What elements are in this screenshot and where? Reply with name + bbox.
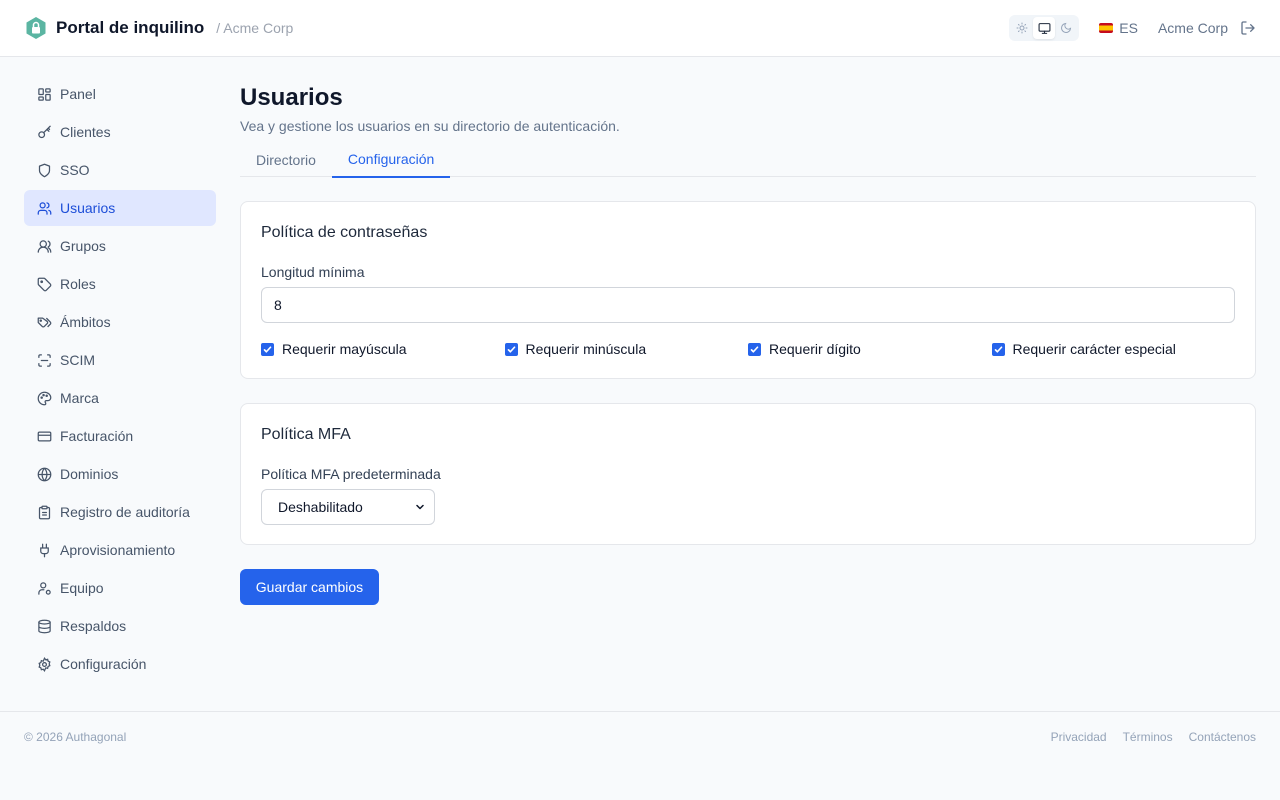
sidebar-item-label: Aprovisionamiento	[60, 542, 176, 558]
breadcrumb: / Acme Corp	[216, 20, 294, 36]
sidebar-item-label: Ámbitos	[60, 314, 111, 330]
users-icon	[36, 200, 52, 216]
select-value: Deshabilitado	[278, 499, 363, 515]
plug-icon	[36, 542, 52, 558]
sidebar-item-marca[interactable]: Marca	[24, 380, 216, 416]
palette-icon	[36, 390, 52, 406]
group-icon	[36, 238, 52, 254]
language-label: ES	[1119, 20, 1138, 36]
min-length-label: Longitud mínima	[261, 264, 365, 280]
app-title: Portal de inquilino	[56, 18, 205, 37]
database-icon	[36, 618, 52, 634]
tab-bar: Directorio Configuración	[240, 142, 1256, 178]
clipboard-icon	[36, 504, 52, 520]
sidebar-item-roles[interactable]: Roles	[24, 266, 216, 302]
logout-icon[interactable]	[1240, 20, 1256, 36]
checkbox-label: Requerir dígito	[769, 341, 861, 357]
monitor-icon[interactable]	[1033, 17, 1056, 39]
page-title: Usuarios	[240, 84, 343, 111]
sidebar: Panel Clientes SSO Usuarios Grupos Roles…	[24, 76, 216, 684]
theme-switcher	[1009, 15, 1080, 41]
checkbox-checked-icon	[991, 342, 1005, 356]
sidebar-item-label: Usuarios	[60, 200, 116, 216]
password-policy-title: Política de contraseñas	[261, 224, 428, 241]
sidebar-item-label: Registro de auditoría	[60, 504, 190, 520]
app-logo-icon[interactable]	[24, 16, 48, 40]
password-requirements: Requerir mayúscula Requerir minúscula Re…	[261, 341, 1235, 357]
sidebar-item-panel[interactable]: Panel	[24, 76, 216, 112]
sidebar-item-respaldos[interactable]: Respaldos	[24, 608, 216, 644]
sidebar-item-configuracion[interactable]: Configuración	[24, 646, 216, 682]
sidebar-item-clientes[interactable]: Clientes	[24, 114, 216, 150]
tab-configuracion[interactable]: Configuración	[331, 142, 451, 178]
footer-link-contact[interactable]: Contáctenos	[1189, 730, 1256, 744]
copyright: © 2026 Authagonal	[24, 729, 127, 744]
sidebar-item-aprovisionamiento[interactable]: Aprovisionamiento	[24, 532, 216, 568]
mfa-policy-title: Política MFA	[261, 426, 351, 443]
globe-icon	[36, 466, 52, 482]
mfa-policy-select[interactable]: Deshabilitado	[261, 489, 435, 525]
sidebar-item-label: SSO	[60, 162, 90, 178]
scan-icon	[36, 352, 52, 368]
key-icon	[36, 124, 52, 140]
password-policy-card: Política de contraseñas Longitud mínima …	[240, 201, 1256, 379]
sidebar-item-facturacion[interactable]: Facturación	[24, 418, 216, 454]
sidebar-item-label: SCIM	[60, 352, 95, 368]
sidebar-item-equipo[interactable]: Equipo	[24, 570, 216, 606]
sidebar-item-scim[interactable]: SCIM	[24, 342, 216, 378]
sidebar-item-label: Roles	[60, 276, 96, 292]
credit-card-icon	[36, 428, 52, 444]
top-bar: Portal de inquilino / Acme Corp ES Acme …	[0, 0, 1280, 57]
sidebar-item-dominios[interactable]: Dominios	[24, 456, 216, 492]
sidebar-item-ambitos[interactable]: Ámbitos	[24, 304, 216, 340]
user-cog-icon	[36, 580, 52, 596]
sidebar-item-label: Panel	[60, 86, 96, 102]
mfa-policy-card: Política MFA Política MFA predeterminada…	[240, 403, 1256, 545]
footer-link-privacy[interactable]: Privacidad	[1051, 730, 1107, 744]
checkbox-label: Requerir mayúscula	[282, 341, 407, 357]
gear-icon	[36, 656, 52, 672]
footer-links: Privacidad Términos Contáctenos	[1035, 730, 1256, 744]
require-special-char-checkbox[interactable]: Requerir carácter especial	[991, 341, 1236, 357]
sidebar-item-label: Dominios	[60, 466, 119, 482]
require-digit-checkbox[interactable]: Requerir dígito	[748, 341, 992, 357]
min-length-input[interactable]	[261, 287, 1235, 323]
main-content: Usuarios Vea y gestione los usuarios en …	[240, 57, 1256, 605]
sidebar-item-grupos[interactable]: Grupos	[24, 228, 216, 264]
require-lowercase-checkbox[interactable]: Requerir minúscula	[504, 341, 749, 357]
footer-link-terms[interactable]: Términos	[1123, 730, 1173, 744]
moon-icon[interactable]	[1055, 17, 1077, 39]
page-description: Vea y gestione los usuarios en su direct…	[240, 118, 620, 134]
footer: © 2026 Authagonal Privacidad Términos Co…	[0, 711, 1280, 761]
sidebar-item-label: Clientes	[60, 124, 111, 140]
spain-flag-icon	[1099, 23, 1114, 33]
sidebar-item-sso[interactable]: SSO	[24, 152, 216, 188]
mfa-default-label: Política MFA predeterminada	[261, 466, 441, 482]
sidebar-item-label: Facturación	[60, 428, 134, 444]
checkbox-checked-icon	[261, 342, 274, 356]
checkbox-label: Requerir carácter especial	[1012, 341, 1176, 357]
shield-icon	[36, 162, 52, 178]
save-button[interactable]: Guardar cambios	[240, 569, 379, 605]
tab-directorio[interactable]: Directorio	[240, 142, 332, 177]
language-selector[interactable]: ES	[1099, 20, 1138, 36]
dashboard-icon	[36, 86, 52, 102]
sidebar-item-usuarios[interactable]: Usuarios	[24, 190, 216, 226]
sidebar-item-label: Grupos	[60, 238, 106, 254]
sidebar-item-label: Configuración	[60, 656, 147, 672]
sidebar-item-label: Marca	[60, 390, 99, 406]
sidebar-item-label: Respaldos	[60, 618, 127, 634]
sidebar-item-registro-auditoria[interactable]: Registro de auditoría	[24, 494, 216, 530]
checkbox-checked-icon	[504, 342, 518, 356]
sun-icon[interactable]	[1011, 17, 1033, 39]
tag-icon	[36, 276, 52, 292]
tags-icon	[36, 314, 52, 330]
require-uppercase-checkbox[interactable]: Requerir mayúscula	[261, 341, 505, 357]
org-name: Acme Corp	[1157, 20, 1228, 36]
checkbox-checked-icon	[748, 342, 761, 356]
checkbox-label: Requerir minúscula	[525, 341, 647, 357]
sidebar-item-label: Equipo	[60, 580, 104, 596]
chevron-down-icon	[414, 501, 426, 513]
